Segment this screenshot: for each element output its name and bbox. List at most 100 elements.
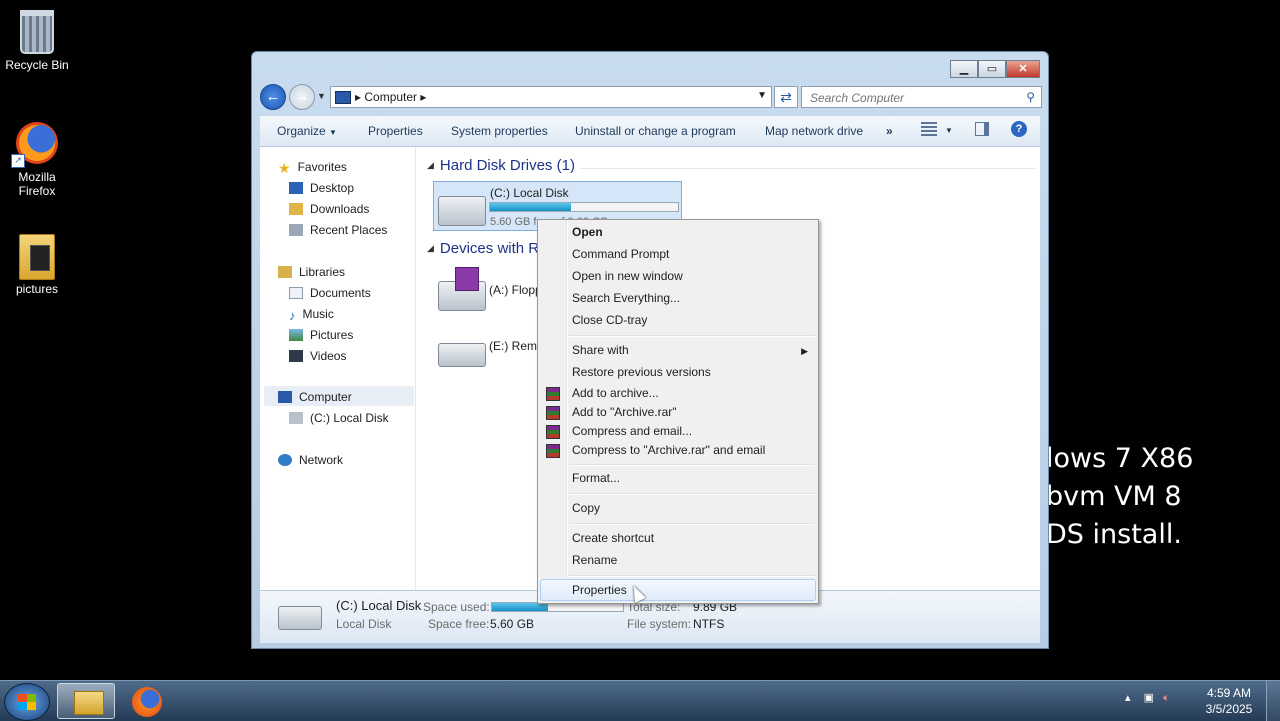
- drive-c-usage-fill: [490, 203, 571, 211]
- menu-item-add-archive-rar[interactable]: Add to "Archive.rar": [572, 405, 677, 419]
- volume-muted-icon[interactable]: 🔈︎: [1163, 692, 1170, 704]
- collapse-triangle-icon[interactable]: ◢: [427, 160, 434, 170]
- firefox-icon: [132, 687, 162, 717]
- nav-desktop[interactable]: Desktop: [289, 178, 354, 198]
- menu-item-search-everything[interactable]: Search Everything...: [572, 291, 680, 305]
- removable-drive-icon: [438, 343, 486, 367]
- nav-videos[interactable]: Videos: [289, 346, 346, 366]
- nav-pictures[interactable]: Pictures: [289, 325, 353, 345]
- nav-local-disk-label: (C:) Local Disk: [310, 411, 389, 425]
- clock[interactable]: 4:59 AM 3/5/2025: [1200, 685, 1258, 717]
- window-controls: ▁ ▭ ✕: [950, 60, 1040, 78]
- search-box[interactable]: ⚲: [801, 86, 1042, 108]
- menu-separator: [569, 464, 815, 466]
- address-bar[interactable]: ▸ Computer ▸ ▼: [330, 86, 772, 108]
- removable-section-header[interactable]: ◢ Devices with Re: [427, 240, 547, 257]
- menu-item-add-archive[interactable]: Add to archive...: [572, 386, 659, 400]
- hdd-section-header[interactable]: ◢ Hard Disk Drives (1): [427, 157, 575, 174]
- nav-desktop-label: Desktop: [310, 181, 355, 195]
- nav-computer[interactable]: Computer: [278, 387, 352, 407]
- close-button[interactable]: ✕: [1006, 60, 1040, 78]
- downloads-icon: [289, 203, 303, 215]
- nav-recent-places[interactable]: Recent Places: [289, 220, 387, 240]
- search-icon[interactable]: ⚲: [1026, 90, 1035, 104]
- nav-downloads[interactable]: Downloads: [289, 199, 369, 219]
- search-input[interactable]: [808, 90, 1012, 106]
- nav-documents-label: Documents: [310, 286, 371, 300]
- menu-item-open[interactable]: Open: [572, 225, 603, 239]
- computer-icon: [278, 391, 292, 403]
- nav-favorites[interactable]: ★ Favorites: [278, 157, 347, 177]
- back-button[interactable]: ←: [260, 84, 286, 110]
- refresh-button[interactable]: ⇄: [774, 86, 798, 108]
- maximize-button[interactable]: ▭: [978, 60, 1006, 78]
- drive-c-usage-bar: [489, 202, 679, 212]
- nav-libraries[interactable]: Libraries: [278, 262, 345, 282]
- nav-favorites-label: Favorites: [297, 160, 347, 174]
- collapse-triangle-icon[interactable]: ◢: [427, 243, 434, 253]
- menu-item-compress-rar-email[interactable]: Compress to "Archive.rar" and email: [572, 443, 765, 457]
- nav-local-disk[interactable]: (C:) Local Disk: [289, 408, 389, 428]
- menu-item-close-cd-tray[interactable]: Close CD-tray: [572, 313, 647, 327]
- view-options-icon[interactable]: [921, 122, 937, 136]
- view-dropdown-icon[interactable]: ▼: [945, 126, 953, 135]
- recent-pages-dropdown[interactable]: ▼: [317, 91, 326, 101]
- uninstall-program-button[interactable]: Uninstall or change a program: [575, 124, 736, 138]
- folder-icon: [74, 691, 104, 715]
- network-tray-icon[interactable]: ▣: [1144, 692, 1154, 704]
- system-tray: ▴ ▣ 🔈︎: [1125, 691, 1170, 705]
- overlay-line-2: bvm VM 8: [1046, 481, 1182, 512]
- system-properties-button[interactable]: System properties: [451, 124, 548, 138]
- drive-e-name[interactable]: (E:) Remo: [489, 339, 544, 353]
- context-menu: Open Command Prompt Open in new window S…: [537, 219, 819, 604]
- minimize-button[interactable]: ▁: [950, 60, 978, 78]
- breadcrumb-computer[interactable]: Computer: [364, 90, 417, 104]
- show-desktop-button[interactable]: [1266, 681, 1280, 721]
- nav-music[interactable]: ♪ Music: [289, 304, 334, 324]
- taskbar: ▴ ▣ 🔈︎ 4:59 AM 3/5/2025: [0, 680, 1280, 721]
- drive-a-name[interactable]: (A:) Flopp: [489, 283, 542, 297]
- nav-network[interactable]: Network: [278, 450, 343, 470]
- clock-time: 4:59 AM: [1206, 686, 1252, 700]
- space-used-label: Space used:: [423, 600, 490, 614]
- menu-item-format[interactable]: Format...: [572, 471, 620, 485]
- removable-section-title: Devices with Re: [439, 240, 548, 257]
- properties-button[interactable]: Properties: [368, 124, 423, 138]
- menu-item-rename[interactable]: Rename: [572, 553, 617, 567]
- menu-item-compress-email[interactable]: Compress and email...: [572, 424, 692, 438]
- address-dropdown-icon[interactable]: ▼: [757, 90, 767, 101]
- menu-item-share-with[interactable]: Share with: [572, 343, 629, 357]
- help-icon[interactable]: ?: [1011, 121, 1027, 137]
- desktop-icon-recycle-bin[interactable]: Recycle Bin: [0, 6, 74, 72]
- network-icon: [278, 454, 292, 466]
- nav-downloads-label: Downloads: [310, 202, 370, 216]
- start-button[interactable]: [4, 683, 50, 721]
- map-network-drive-button[interactable]: Map network drive: [765, 124, 863, 138]
- menu-item-properties[interactable]: Properties: [572, 583, 627, 597]
- organize-menu[interactable]: Organize ▼: [277, 124, 337, 138]
- desktop-icon-pictures[interactable]: pictures: [0, 234, 74, 296]
- overlay-line-3: DS install.: [1046, 519, 1182, 550]
- menu-item-open-new-window[interactable]: Open in new window: [572, 269, 683, 283]
- show-hidden-icons-icon[interactable]: ▴: [1125, 692, 1131, 704]
- forward-button[interactable]: →: [289, 84, 315, 110]
- taskbar-explorer[interactable]: [57, 683, 115, 719]
- clock-date: 3/5/2025: [1205, 702, 1253, 716]
- menu-item-copy[interactable]: Copy: [572, 501, 600, 515]
- details-drive-name: (C:) Local Disk: [336, 598, 422, 613]
- windows-drive-icon: [438, 196, 486, 226]
- nav-documents[interactable]: Documents: [289, 283, 371, 303]
- breadcrumb[interactable]: ▸ Computer ▸: [355, 90, 426, 104]
- documents-icon: [289, 287, 303, 299]
- command-bar: Organize ▼ Properties System properties …: [260, 116, 1040, 147]
- details-usage-fill: [492, 603, 549, 611]
- more-commands-button[interactable]: »: [886, 124, 893, 138]
- desktop-icon-firefox[interactable]: ↗ Mozilla Firefox: [0, 122, 74, 198]
- menu-item-restore-versions[interactable]: Restore previous versions: [572, 365, 711, 379]
- menu-item-command-prompt[interactable]: Command Prompt: [572, 247, 669, 261]
- menu-item-create-shortcut[interactable]: Create shortcut: [572, 531, 654, 545]
- preview-pane-icon[interactable]: [975, 122, 989, 136]
- music-icon: ♪: [289, 308, 296, 323]
- taskbar-firefox[interactable]: [120, 683, 178, 719]
- details-drive-type: Local Disk: [336, 617, 392, 631]
